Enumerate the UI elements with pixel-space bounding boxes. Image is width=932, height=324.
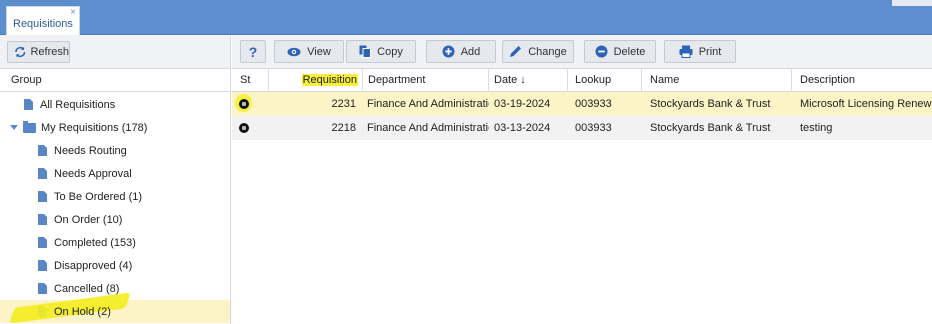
column-header-date[interactable]: Date ↓ (494, 69, 564, 92)
cell-date: 03-13-2024 (494, 122, 551, 134)
column-divider (567, 69, 568, 92)
print-label: Print (698, 45, 722, 58)
close-icon[interactable]: × (70, 8, 76, 18)
group-column-header: Group (0, 69, 230, 92)
column-header-department[interactable]: Department (368, 69, 488, 92)
document-icon (38, 283, 47, 294)
column-header-requisition[interactable]: Requisition (272, 69, 362, 92)
printer-icon (679, 45, 693, 58)
change-button[interactable]: Change (502, 40, 574, 63)
status-icon (239, 123, 249, 133)
window-corner (892, 0, 932, 6)
action-toolbar: ? View Copy Add Change Delete Print (232, 35, 932, 69)
column-divider (362, 69, 363, 92)
tree-item-disapproved[interactable]: Disapproved (4) (0, 254, 230, 277)
view-label: View (307, 45, 331, 58)
cell-name: Stockyards Bank & Trust (650, 98, 771, 110)
tree-item-all-requisitions[interactable]: All Requisitions (0, 93, 230, 116)
copy-button[interactable]: Copy (346, 40, 416, 63)
cell-requisition: 2218 (331, 122, 356, 134)
tree-item-label: On Hold (2) (54, 305, 111, 318)
print-button[interactable]: Print (664, 40, 736, 63)
table-row[interactable]: 2218 Finance And Administration 03-13-20… (232, 116, 932, 140)
tab-label: Requisitions (13, 18, 73, 30)
requisitions-grid: St Requisition Department Date ↓ Lookup … (232, 69, 932, 324)
minus-circle-icon (595, 45, 608, 58)
tree-item-to-be-ordered[interactable]: To Be Ordered (1) (0, 185, 230, 208)
delete-label: Delete (613, 45, 646, 58)
column-divider (641, 69, 642, 92)
pencil-icon (510, 46, 522, 57)
column-header-status[interactable]: St (240, 69, 266, 92)
cell-lookup: 003933 (575, 98, 612, 110)
tree-item-label: All Requisitions (40, 98, 116, 111)
chevron-down-icon[interactable] (10, 125, 18, 130)
document-icon (38, 191, 47, 202)
tree-item-label: Needs Routing (54, 144, 127, 157)
column-header-requisition-label: Requisition (301, 74, 358, 86)
column-divider (268, 69, 269, 92)
tree-item-label: To Be Ordered (1) (54, 190, 143, 203)
refresh-toolbar: Refresh (0, 35, 230, 69)
tree-item-label: On Order (10) (54, 213, 123, 226)
cell-date: 03-19-2024 (494, 98, 551, 110)
tree-item-needs-routing[interactable]: Needs Routing (0, 139, 230, 162)
cell-description: testing (800, 122, 833, 134)
add-label: Add (460, 45, 481, 58)
document-icon (24, 99, 33, 110)
column-header-name[interactable]: Name (650, 69, 790, 92)
tab-bar: Requisitions × (0, 0, 932, 35)
tree-item-my-requisitions[interactable]: My Requisitions (178) (0, 116, 230, 139)
refresh-icon (15, 46, 26, 58)
cell-department: Finance And Administration (367, 122, 489, 134)
tree-item-label: My Requisitions (178) (41, 121, 148, 134)
tree-item-completed[interactable]: Completed (153) (0, 231, 230, 254)
cell-lookup: 003933 (575, 122, 612, 134)
grid-header: St Requisition Department Date ↓ Lookup … (232, 69, 932, 92)
cell-name: Stockyards Bank & Trust (650, 122, 771, 134)
copy-label: Copy (377, 45, 403, 58)
refresh-label: Refresh (30, 46, 69, 58)
cell-description: Microsoft Licensing Renewal (800, 98, 932, 110)
status-icon (239, 99, 249, 109)
copy-icon (359, 45, 372, 58)
group-panel: Refresh Group All Requisitions My Requis… (0, 35, 231, 324)
document-icon (38, 145, 47, 156)
help-button[interactable]: ? (240, 40, 266, 63)
tab-requisitions[interactable]: Requisitions × (6, 6, 80, 35)
tree-item-needs-approval[interactable]: Needs Approval (0, 162, 230, 185)
tree-item-on-order[interactable]: On Order (10) (0, 208, 230, 231)
tree-item-label: Cancelled (8) (54, 282, 120, 295)
view-button[interactable]: View (274, 40, 344, 63)
cell-department: Finance And Administration (367, 98, 489, 110)
tree-item-label: Disapproved (4) (54, 259, 133, 272)
column-header-description[interactable]: Description (800, 69, 932, 92)
document-icon (38, 214, 47, 225)
document-icon (38, 168, 47, 179)
change-label: Change (528, 45, 567, 58)
document-icon (38, 237, 47, 248)
eye-icon (287, 47, 301, 56)
refresh-button[interactable]: Refresh (7, 41, 70, 63)
column-header-lookup[interactable]: Lookup (575, 69, 635, 92)
table-row[interactable]: 2231 Finance And Administration 03-19-20… (232, 92, 932, 116)
document-icon (38, 260, 47, 271)
delete-button[interactable]: Delete (584, 40, 656, 63)
add-button[interactable]: Add (426, 40, 496, 63)
tree-item-label: Needs Approval (54, 167, 132, 180)
column-divider (488, 69, 489, 92)
column-divider (791, 69, 792, 92)
folder-open-icon (23, 120, 36, 133)
cell-requisition: 2231 (331, 98, 356, 110)
plus-circle-icon (442, 45, 455, 58)
tree-item-label: Completed (153) (54, 236, 136, 249)
